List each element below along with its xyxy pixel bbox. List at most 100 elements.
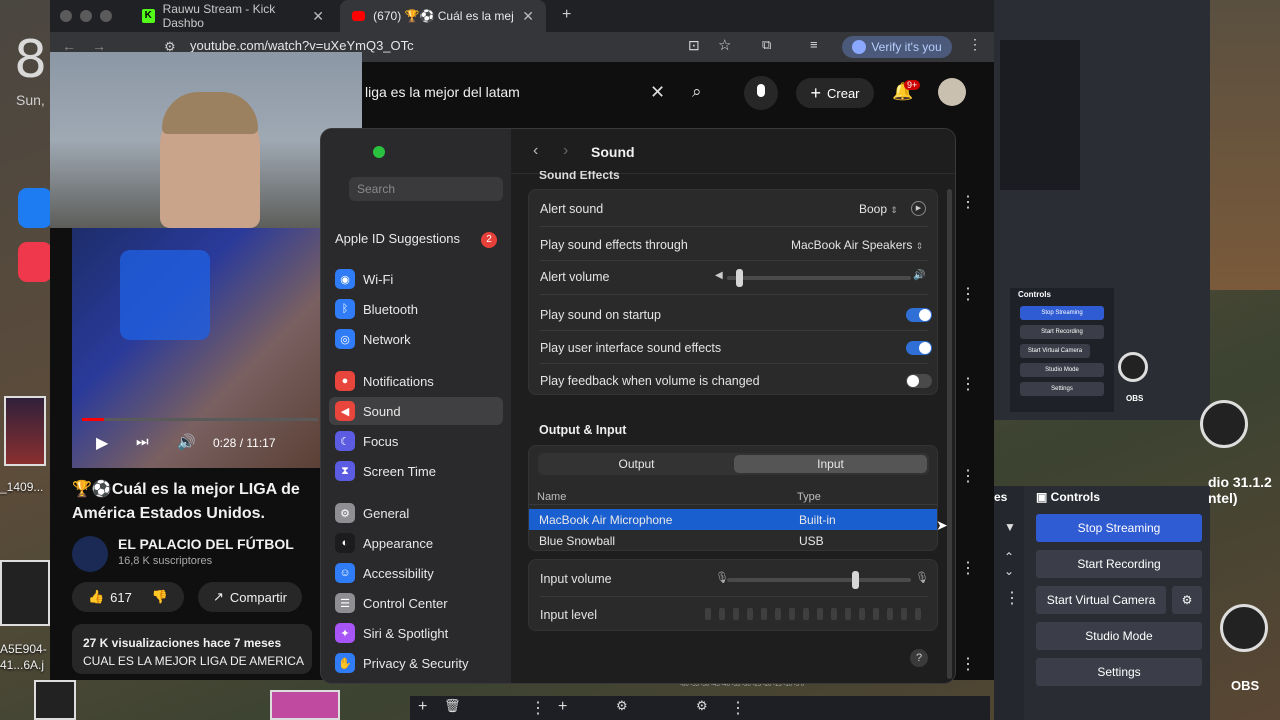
chevron-down-icon[interactable]: ▼: [1004, 520, 1016, 534]
chevron-down-icon[interactable]: ⌄: [1004, 564, 1014, 578]
tab-input[interactable]: Input: [734, 455, 927, 473]
start-virtual-camera-button[interactable]: Start Virtual Camera: [1020, 344, 1090, 358]
more-options-icon[interactable]: ⋮: [960, 284, 976, 304]
desktop-file-label[interactable]: 41...6A.j: [0, 658, 44, 672]
thumbs-down-icon[interactable]: 👎: [152, 589, 168, 605]
start-virtual-camera-button[interactable]: Start Virtual Camera: [1036, 586, 1166, 614]
virtual-camera-settings-gear-icon[interactable]: ⚙: [1172, 586, 1202, 614]
obs-logo-icon[interactable]: [1118, 352, 1148, 382]
tab-kick[interactable]: K Rauwu Stream - Kick Dashbo ✕: [130, 0, 336, 32]
sidebar-item-privacy-security[interactable]: ✋ Privacy & Security: [329, 649, 503, 677]
verify-button[interactable]: Verify it's you: [842, 36, 952, 58]
like-count[interactable]: 617: [110, 590, 132, 605]
scenes-tab-fragment[interactable]: es: [994, 490, 1007, 504]
tab-output[interactable]: Output: [540, 455, 733, 473]
more-options-icon[interactable]: ⋮: [960, 654, 976, 674]
startup-sound-toggle[interactable]: [906, 308, 932, 322]
url-field[interactable]: youtube.com/watch?v=uXeYmQ3_OTc: [190, 38, 414, 53]
add-icon[interactable]: +: [418, 698, 427, 716]
more-options-icon[interactable]: ⋮: [960, 374, 976, 394]
new-tab-icon[interactable]: +: [562, 6, 571, 24]
close-window-button[interactable]: [60, 10, 72, 22]
column-header-name[interactable]: Name: [537, 491, 566, 503]
play-through-select[interactable]: MacBook Air Speakers ⇕: [791, 238, 923, 252]
desktop-file-label[interactable]: _1409...: [0, 480, 43, 494]
more-options-icon[interactable]: ⋮: [530, 698, 546, 718]
alert-volume-knob[interactable]: [736, 269, 744, 287]
sidebar-item-screen-time[interactable]: ⧗ Screen Time: [329, 457, 503, 485]
sidebar-item-focus[interactable]: ☾ Focus: [329, 427, 503, 455]
obs-logo-icon[interactable]: [1200, 400, 1248, 448]
voice-search-button[interactable]: [744, 76, 778, 110]
sidebar-item-siri-spotlight[interactable]: ✦ Siri & Spotlight: [329, 619, 503, 647]
zoom-window-button[interactable]: [373, 146, 385, 158]
zoom-window-button[interactable]: [100, 10, 112, 22]
settings-search-input[interactable]: Search: [349, 177, 503, 201]
sidebar-item-accessibility[interactable]: ☺ Accessibility: [329, 559, 503, 587]
stop-streaming-button[interactable]: Stop Streaming: [1020, 306, 1104, 320]
more-options-icon[interactable]: ⋮: [960, 192, 976, 212]
desktop-file-thumbnail[interactable]: [270, 690, 340, 720]
start-recording-button[interactable]: Start Recording: [1020, 325, 1104, 339]
more-options-icon[interactable]: ⋮: [960, 466, 976, 486]
bookmark-star-icon[interactable]: ☆: [718, 36, 731, 54]
alert-sound-select[interactable]: Boop ⇕: [859, 202, 898, 216]
play-icon[interactable]: ▶: [96, 433, 108, 453]
share-button[interactable]: ↗ Compartir: [198, 582, 302, 612]
sidebar-item-appearance[interactable]: ◐ Appearance: [329, 529, 503, 557]
minimize-window-button[interactable]: [80, 10, 92, 22]
help-button[interactable]: ?: [910, 649, 928, 667]
desktop-file-thumbnail[interactable]: [34, 680, 76, 720]
ui-sound-effects-toggle[interactable]: [906, 341, 932, 355]
settings-button[interactable]: Settings: [1020, 382, 1104, 396]
close-tab-icon[interactable]: ✕: [312, 8, 324, 25]
cast-icon[interactable]: ⊡: [688, 37, 700, 54]
start-recording-button[interactable]: Start Recording: [1036, 550, 1202, 578]
apple-id-suggestions[interactable]: Apple ID Suggestions: [335, 231, 460, 246]
desktop-file-thumbnail[interactable]: [0, 560, 50, 626]
scrollbar[interactable]: [947, 189, 952, 679]
obs-logo-icon[interactable]: [1220, 604, 1268, 652]
volume-feedback-toggle[interactable]: [906, 374, 932, 388]
desktop-file-label[interactable]: A5E904-: [0, 642, 47, 656]
volume-icon[interactable]: 🔊: [177, 433, 196, 451]
lens-icon[interactable]: ⧉: [762, 37, 771, 53]
settings-button[interactable]: Settings: [1036, 658, 1202, 686]
alert-volume-slider[interactable]: [727, 276, 911, 280]
sidebar-item-bluetooth[interactable]: ᛒ Bluetooth: [329, 295, 503, 323]
next-icon[interactable]: ⏭: [136, 433, 149, 450]
sidebar-item-general[interactable]: ⚙ General: [329, 499, 503, 527]
youtube-search-input[interactable]: liga es la mejor del latam: [365, 84, 520, 100]
sidebar-item-wi-fi[interactable]: ◉ Wi-Fi: [329, 265, 503, 293]
gear-icon[interactable]: ⚙: [616, 698, 628, 714]
gear-icon[interactable]: ⚙: [696, 698, 708, 714]
close-tab-icon[interactable]: ✕: [522, 8, 534, 25]
sidebar-item-network[interactable]: ◎ Network: [329, 325, 503, 353]
tab-youtube[interactable]: (670) 🏆⚽ Cuál es la mejor L ✕: [340, 0, 546, 32]
desktop-file-thumbnail[interactable]: [4, 396, 46, 466]
chevron-up-icon[interactable]: ⌃: [1004, 550, 1014, 564]
back-chevron-icon[interactable]: ‹: [533, 142, 538, 160]
more-options-icon[interactable]: ⋮: [1004, 588, 1020, 608]
channel-name[interactable]: EL PALACIO DEL FÚTBOL: [118, 536, 294, 552]
video-progress-track[interactable]: [82, 418, 318, 421]
studio-mode-button[interactable]: Studio Mode: [1036, 622, 1202, 650]
music-icon[interactable]: [18, 242, 52, 282]
avatar[interactable]: [938, 78, 966, 106]
forward-chevron-icon[interactable]: ›: [563, 142, 568, 160]
search-icon[interactable]: ⌕: [692, 82, 702, 102]
browser-menu-icon[interactable]: ⋮: [968, 36, 982, 53]
table-row[interactable]: MacBook Air Microphone Built-in: [529, 509, 937, 530]
sidebar-item-notifications[interactable]: ● Notifications: [329, 367, 503, 395]
stop-streaming-button[interactable]: Stop Streaming: [1036, 514, 1202, 542]
input-volume-slider[interactable]: [727, 578, 911, 582]
play-preview-icon[interactable]: ▶: [911, 201, 926, 216]
create-button[interactable]: + Crear: [796, 78, 874, 108]
add-icon[interactable]: +: [558, 698, 567, 716]
more-options-icon[interactable]: ⋮: [960, 558, 976, 578]
table-row[interactable]: Blue Snowball USB: [529, 530, 937, 551]
column-header-type[interactable]: Type: [797, 491, 821, 503]
trash-icon[interactable]: 🗑: [444, 698, 461, 714]
studio-mode-button[interactable]: Studio Mode: [1020, 363, 1104, 377]
sidebar-item-control-center[interactable]: ☰ Control Center: [329, 589, 503, 617]
